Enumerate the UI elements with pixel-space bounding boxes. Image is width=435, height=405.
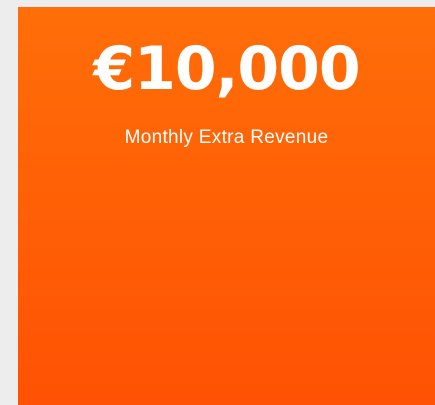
revenue-stat-card: €10,000 Monthly Extra Revenue (18, 7, 435, 405)
stat-label: Monthly Extra Revenue (124, 127, 329, 148)
stat-value: €10,000 (93, 34, 360, 104)
